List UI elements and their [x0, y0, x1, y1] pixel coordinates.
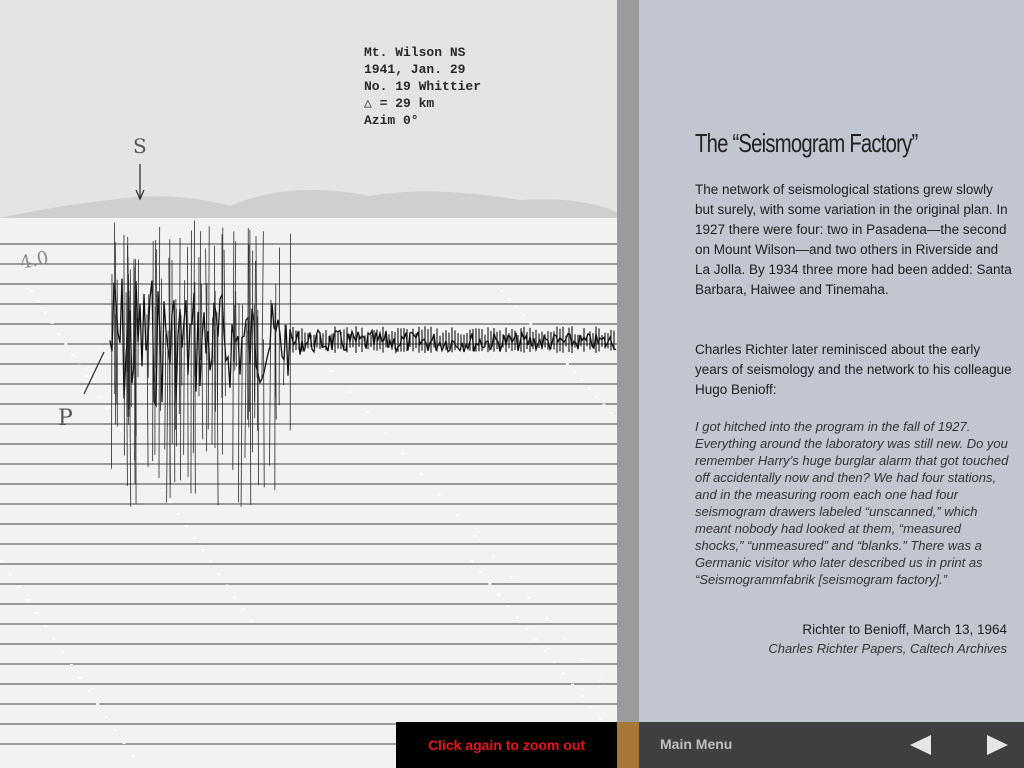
- stamp-line-azimuth: Azim 0°: [364, 113, 419, 128]
- article-panel: The “Seismogram Factory” The network of …: [639, 0, 1024, 722]
- station-stamp: Mt. Wilson NS 1941, Jan. 29 No. 19 Whitt…: [364, 44, 481, 129]
- zoom-out-button[interactable]: Click again to zoom out: [396, 722, 617, 768]
- article-paragraph-1: The network of seismological stations gr…: [695, 182, 1012, 297]
- stamp-line-number: No. 19 Whittier: [364, 79, 482, 94]
- nav-bar: Main Menu: [639, 722, 1024, 768]
- article-paragraph-2: Charles Richter later reminisced about t…: [695, 342, 1012, 397]
- main-menu-button[interactable]: Main Menu: [660, 736, 732, 752]
- quote-citation: Richter to Benioff, March 13, 1964: [802, 622, 1007, 637]
- seismogram-trace-graphic: [0, 0, 617, 757]
- seismogram-image[interactable]: Mt. Wilson NS 1941, Jan. 29 No. 19 Whitt…: [0, 0, 617, 768]
- handwritten-s-mark: S: [133, 134, 147, 158]
- right-arrow-icon[interactable]: [987, 735, 1008, 755]
- quote-source: Charles Richter Papers, Caltech Archives: [768, 641, 1007, 656]
- article-title: The “Seismogram Factory”: [695, 128, 918, 158]
- richter-quote: I got hitched into the program in the fa…: [695, 419, 1009, 587]
- bottom-bar: Click again to zoom out Main Menu: [396, 722, 1024, 768]
- stamp-line-date: 1941, Jan. 29: [364, 62, 466, 77]
- stamp-line-distance: △ = 29 km: [364, 96, 435, 111]
- handwritten-p-mark: P: [58, 406, 73, 431]
- bar-divider: [617, 722, 639, 768]
- zoom-out-label: Click again to zoom out: [427, 737, 586, 753]
- stamp-line-station: Mt. Wilson NS: [364, 45, 466, 60]
- left-arrow-icon[interactable]: [910, 735, 931, 755]
- page-gutter: [617, 0, 639, 722]
